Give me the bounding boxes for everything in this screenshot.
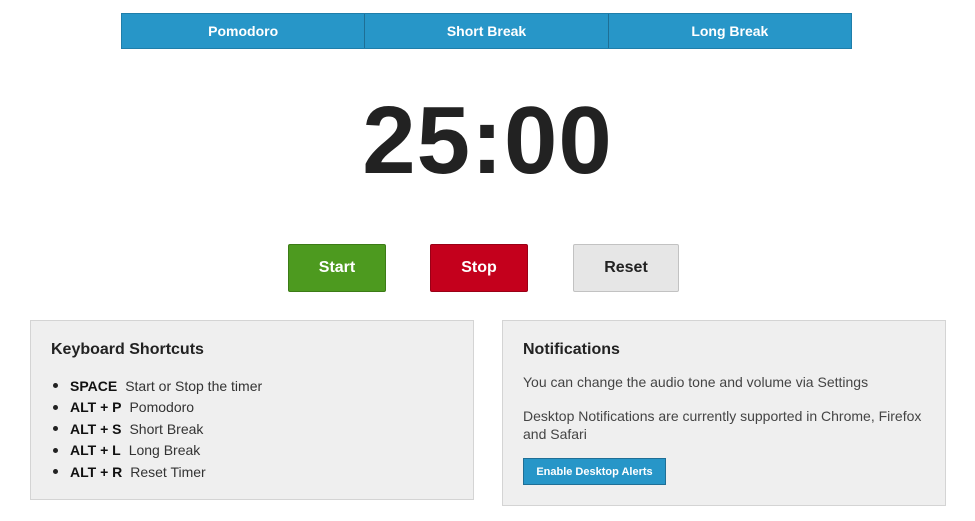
shortcut-description: Reset Timer	[130, 463, 206, 480]
bullet-icon	[53, 447, 58, 453]
stop-button[interactable]: Stop	[430, 244, 528, 292]
list-item: ALT + L Long Break	[51, 440, 262, 462]
shortcut-key: SPACE	[70, 377, 118, 394]
shortcut-description: Short Break	[129, 420, 204, 437]
tab-long-break[interactable]: Long Break	[609, 14, 851, 48]
shortcut-key: ALT + R	[70, 463, 123, 480]
enable-desktop-alerts-button[interactable]: Enable Desktop Alerts	[523, 458, 666, 485]
bullet-icon	[53, 426, 58, 432]
notifications-title: Notifications	[523, 341, 620, 358]
tab-short-break[interactable]: Short Break	[365, 14, 609, 48]
notifications-panel: Notifications You can change the audio t…	[502, 320, 946, 506]
list-item: ALT + P Pomodoro	[51, 397, 262, 419]
timer-display: 25:00	[362, 87, 613, 194]
list-item: ALT + S Short Break	[51, 418, 262, 440]
list-item: SPACE Start or Stop the timer	[51, 375, 262, 397]
bullet-icon	[53, 404, 58, 410]
keyboard-shortcuts-panel: Keyboard Shortcuts SPACE Start or Stop t…	[30, 320, 474, 500]
start-button[interactable]: Start	[288, 244, 386, 292]
shortcut-description: Pomodoro	[129, 399, 195, 416]
audio-settings-note: You can change the audio tone and volume…	[523, 374, 869, 390]
keyboard-shortcuts-title: Keyboard Shortcuts	[51, 341, 204, 358]
shortcut-key: ALT + S	[70, 420, 122, 437]
shortcut-description: Start or Stop the timer	[125, 377, 263, 394]
shortcut-description: Long Break	[128, 442, 201, 459]
desktop-support-note: Desktop Notifications are currently supp…	[523, 408, 922, 442]
timer-controls: Start Stop Reset	[0, 244, 975, 293]
reset-button[interactable]: Reset	[573, 244, 679, 292]
bullet-icon	[53, 383, 58, 389]
mode-tab-bar: Pomodoro Short Break Long Break	[121, 13, 852, 49]
bullet-icon	[53, 469, 58, 475]
shortcut-key: ALT + L	[70, 442, 121, 459]
list-item: ALT + R Reset Timer	[51, 461, 262, 483]
tab-pomodoro[interactable]: Pomodoro	[122, 14, 366, 48]
shortcut-key: ALT + P	[70, 399, 122, 416]
shortcut-list: SPACE Start or Stop the timer ALT + P Po…	[51, 375, 262, 483]
